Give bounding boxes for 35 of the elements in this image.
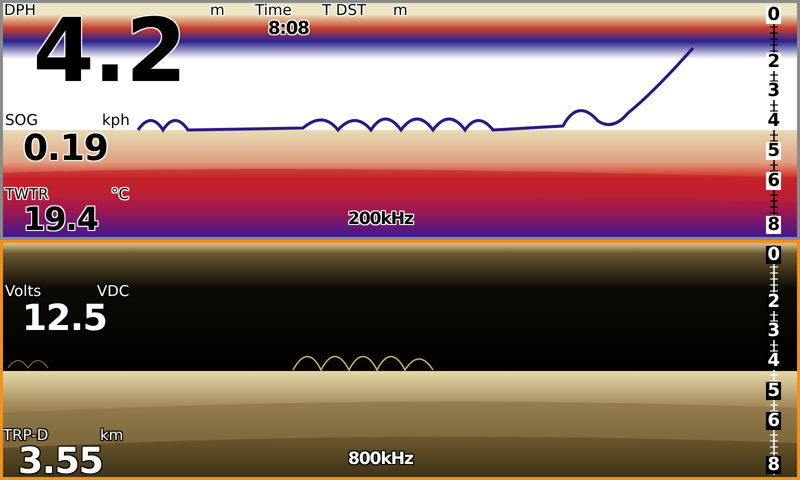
field-label: TRP-D <box>3 428 48 443</box>
depth-label: 6 <box>766 412 781 430</box>
depth-label: 2 <box>766 293 781 311</box>
field-label: DPH <box>4 3 36 18</box>
frequency-label: 200kHz <box>348 211 413 228</box>
depth-label: 3 <box>766 322 781 340</box>
field-value: 12.5 <box>22 301 107 337</box>
sonar-panel[interactable]: Volts VDC 12.5 TRP-D km 3.55 800kHz 0 2 3 4 5 6 8 <box>0 240 800 480</box>
depth-label: 5 <box>766 142 781 160</box>
depth-label: 8 <box>766 216 781 234</box>
field-value: 0.19 <box>23 131 108 167</box>
field-value: 8:08 <box>268 20 309 38</box>
depth-label: 4 <box>766 112 781 130</box>
field-value: 19.4 <box>23 203 98 235</box>
unit-label: kph <box>102 113 130 128</box>
unit-label: °C <box>111 187 129 202</box>
field-value: 3.55 <box>18 444 103 477</box>
depth-label: 2 <box>766 53 781 71</box>
unit-label: VDC <box>97 284 130 299</box>
depth-label: 8 <box>766 456 781 474</box>
depth-label: 4 <box>766 352 781 370</box>
unit-label: m <box>393 3 408 18</box>
field-label: Time <box>255 3 292 18</box>
depth-label: 3 <box>766 82 781 100</box>
field-label: T DST <box>322 3 366 18</box>
depth-label: 0 <box>766 246 781 264</box>
field-label: TWTR <box>5 187 49 202</box>
depth-label: 6 <box>766 172 781 190</box>
frequency-label: 800kHz <box>348 451 413 468</box>
field-label: SOG <box>5 113 38 128</box>
depth-label: 0 <box>766 6 781 24</box>
depth-label: 5 <box>766 382 781 400</box>
field-label: Volts <box>5 284 42 299</box>
unit-label: km <box>100 428 124 443</box>
unit-label: m <box>210 3 225 18</box>
